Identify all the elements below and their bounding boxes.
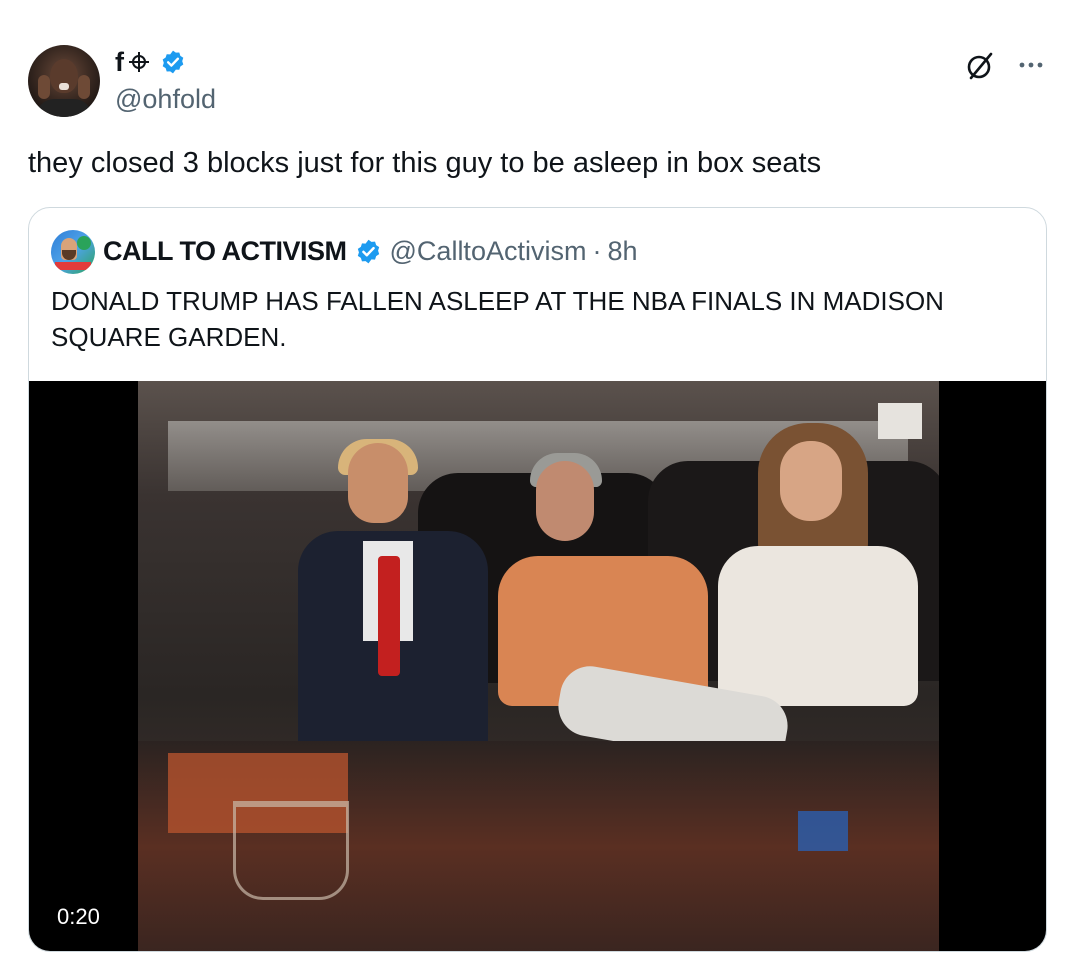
quoted-tweet-card[interactable]: CALL TO ACTIVISM @CalltoActivism · 8h DO… bbox=[28, 207, 1047, 952]
arena-sign bbox=[878, 403, 922, 439]
tweet-text: they closed 3 blocks just for this guy t… bbox=[28, 147, 822, 179]
author-display-name[interactable]: f bbox=[115, 46, 186, 78]
crosshair-icon bbox=[129, 52, 149, 72]
video-player[interactable]: 0:20 bbox=[29, 381, 1046, 951]
avatar-hand-right bbox=[78, 75, 90, 99]
quote-timestamp[interactable]: 8h bbox=[607, 234, 637, 268]
quote-author-avatar[interactable] bbox=[51, 230, 95, 274]
separator-dot: · bbox=[592, 236, 602, 266]
author-handle[interactable]: @ohfold bbox=[115, 83, 216, 115]
quote-header: CALL TO ACTIVISM @CalltoActivism · 8h bbox=[103, 234, 638, 268]
verified-badge-icon bbox=[357, 239, 379, 263]
person-right-body bbox=[718, 546, 918, 706]
quote-author-name[interactable]: CALL TO ACTIVISM bbox=[103, 234, 347, 268]
avatar-hand-left bbox=[38, 75, 50, 99]
avatar-banner bbox=[55, 262, 91, 270]
video-duration: 0:20 bbox=[57, 904, 100, 929]
person-right-head bbox=[780, 441, 842, 521]
author-avatar[interactable] bbox=[28, 45, 100, 117]
grok-icon[interactable] bbox=[964, 50, 996, 82]
quote-author-handle[interactable]: @CalltoActivism bbox=[390, 234, 587, 268]
author-name-text: f bbox=[115, 47, 124, 77]
person-left-head bbox=[348, 443, 408, 523]
arena-screen bbox=[798, 811, 848, 851]
avatar-globe bbox=[77, 236, 91, 250]
more-options-icon[interactable] bbox=[1016, 52, 1046, 78]
person-left-tie bbox=[378, 556, 400, 676]
verified-badge-icon bbox=[162, 50, 184, 74]
avatar-jersey bbox=[36, 99, 92, 117]
avatar-mouth bbox=[59, 83, 69, 90]
quote-text: DONALD TRUMP HAS FALLEN ASLEEP AT THE NB… bbox=[51, 286, 944, 352]
basketball-hoop bbox=[233, 801, 349, 900]
video-frame bbox=[138, 381, 939, 951]
person-middle-head bbox=[536, 461, 594, 541]
